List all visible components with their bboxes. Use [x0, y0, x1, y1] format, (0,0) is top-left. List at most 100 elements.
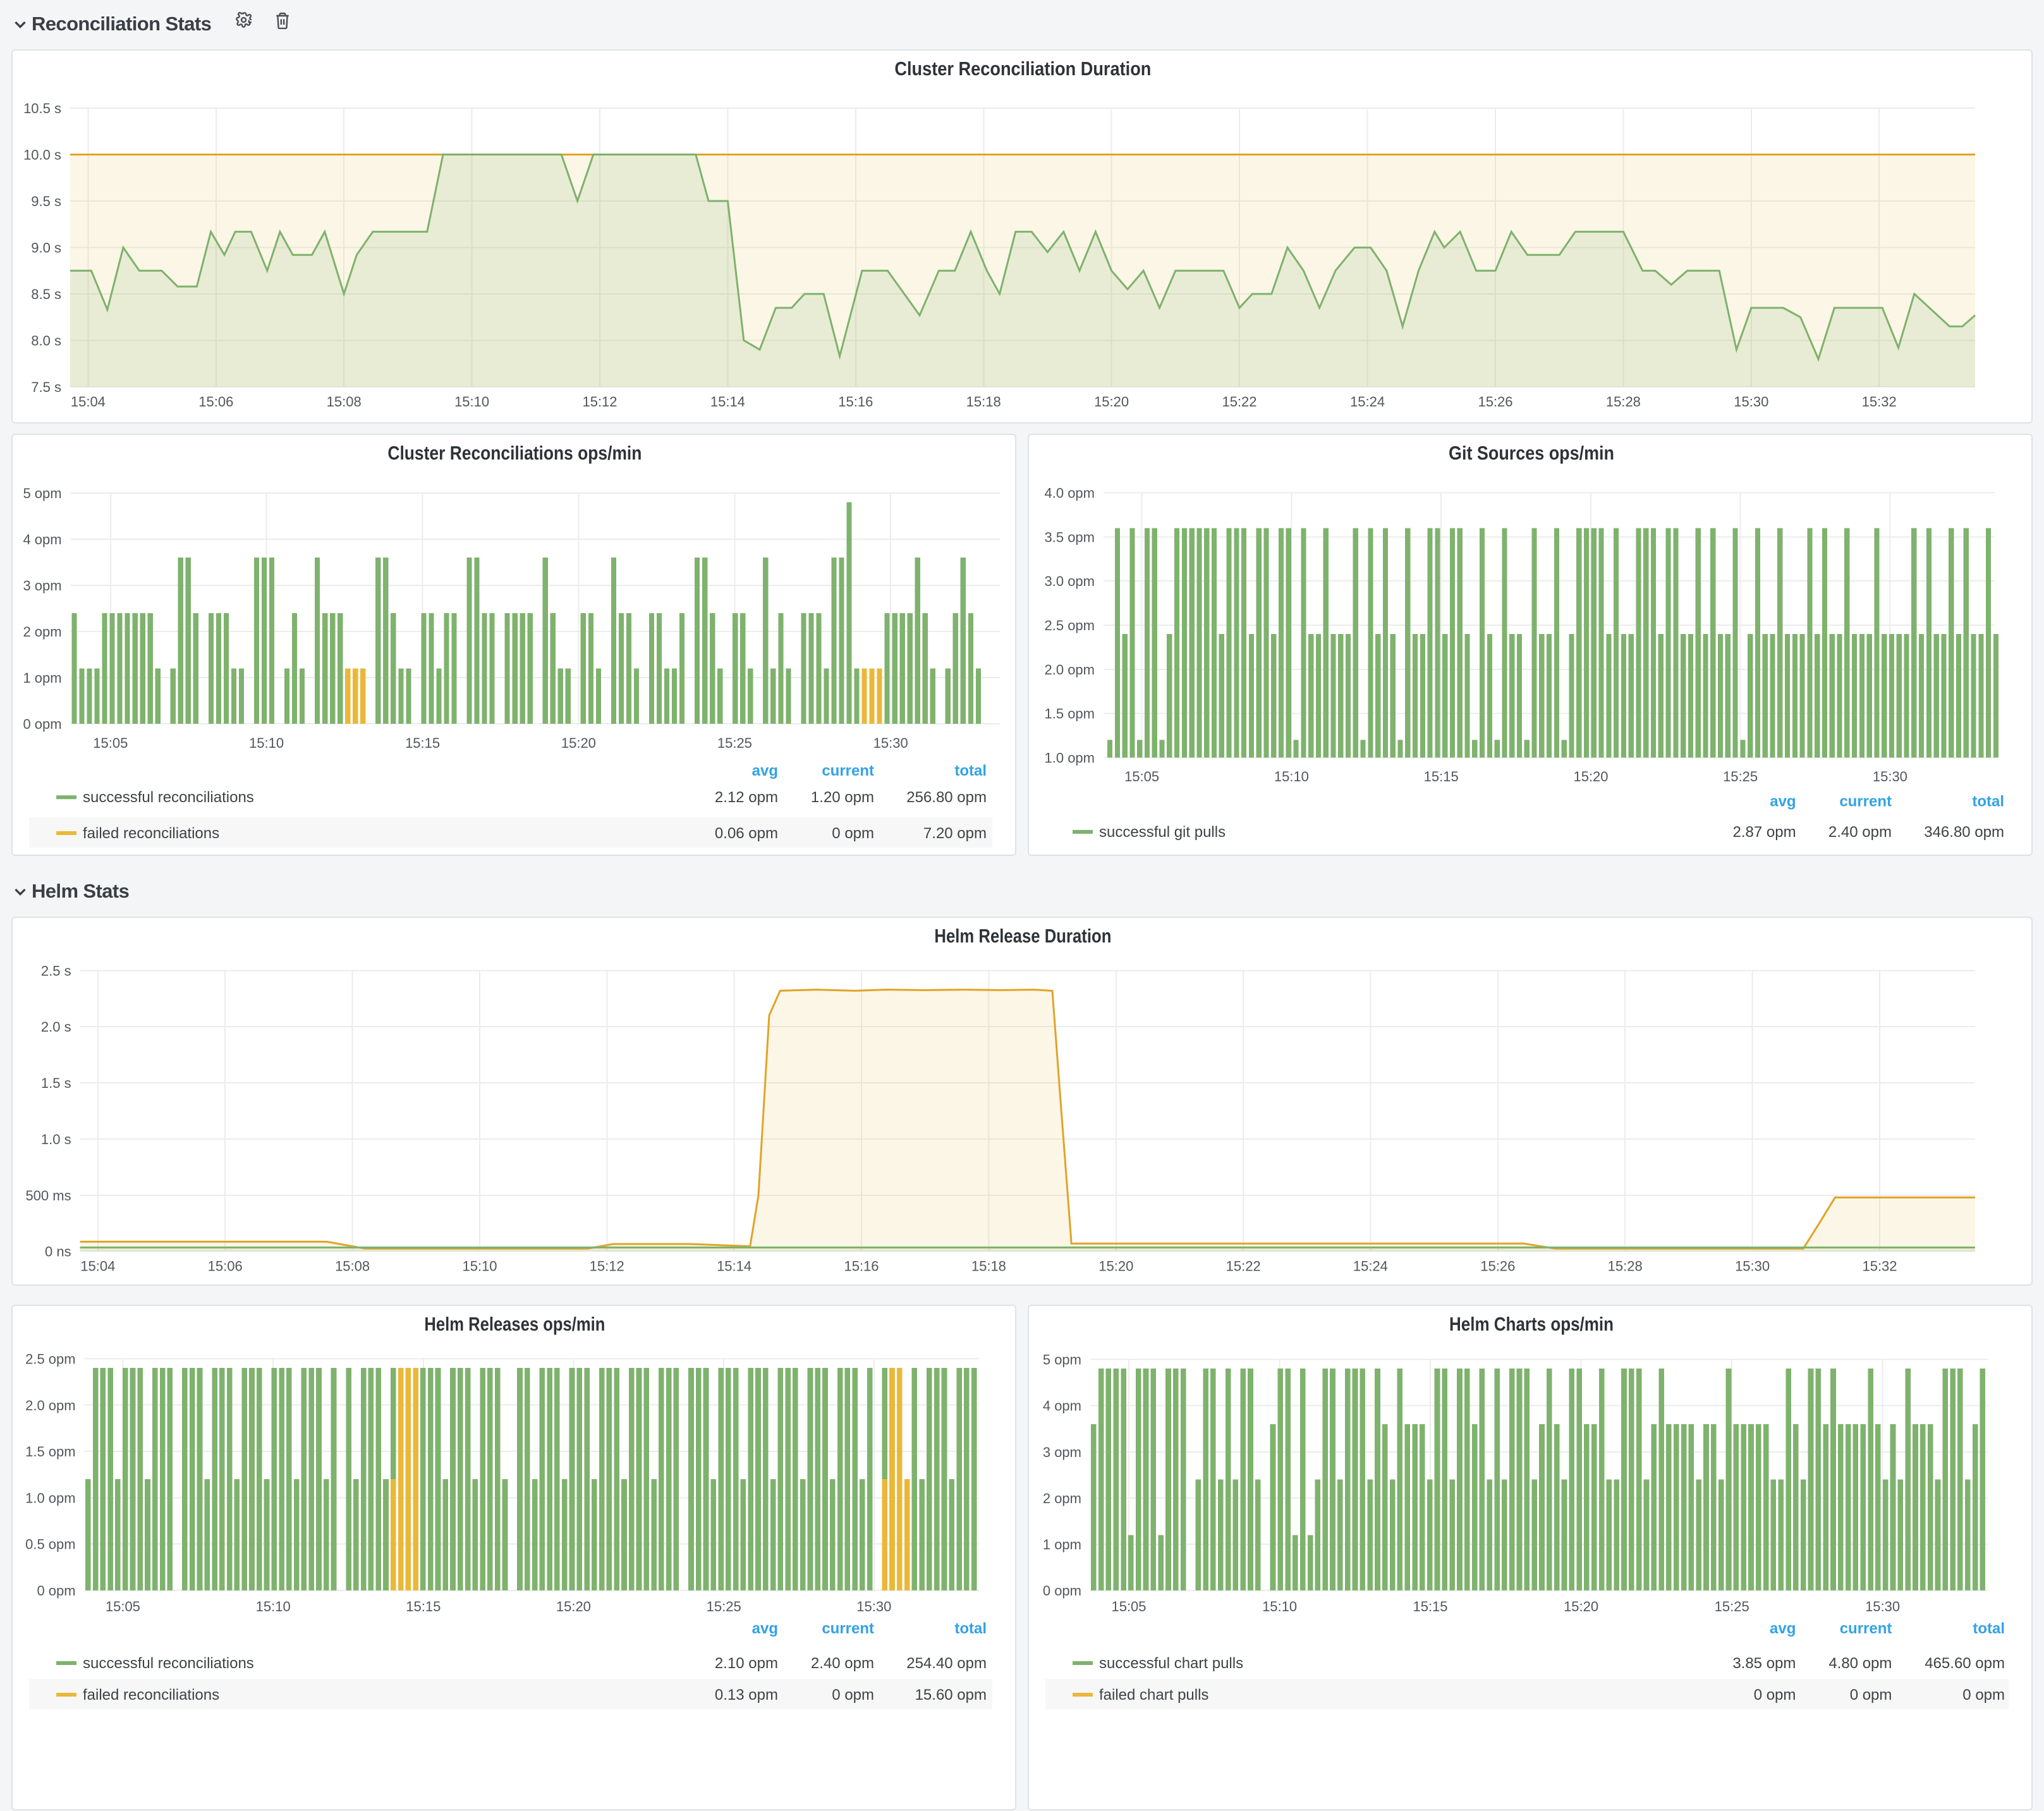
svg-text:failed reconciliations: failed reconciliations — [83, 1686, 219, 1703]
svg-text:avg: avg — [1769, 793, 1795, 810]
svg-text:15:22: 15:22 — [1226, 1258, 1261, 1274]
svg-text:15:20: 15:20 — [556, 1598, 591, 1614]
svg-text:4.80 opm: 4.80 opm — [1828, 1654, 1891, 1671]
svg-text:15:24: 15:24 — [1353, 1258, 1388, 1274]
svg-text:failed chart pulls: failed chart pulls — [1098, 1686, 1208, 1703]
svg-text:0 opm: 0 opm — [1962, 1686, 2004, 1703]
svg-text:15:08: 15:08 — [335, 1258, 370, 1274]
svg-text:0 opm: 0 opm — [23, 716, 61, 732]
svg-text:Cluster Reconciliation Duratio: Cluster Reconciliation Duration — [894, 58, 1151, 80]
svg-text:total: total — [954, 1619, 987, 1637]
svg-text:500 ms: 500 ms — [25, 1187, 71, 1203]
svg-text:0 opm: 0 opm — [832, 1686, 874, 1703]
svg-text:1.0 opm: 1.0 opm — [1044, 750, 1095, 765]
svg-text:15:20: 15:20 — [1573, 769, 1607, 784]
svg-text:2 opm: 2 opm — [23, 624, 61, 640]
svg-text:2.10 opm: 2.10 opm — [715, 1654, 778, 1671]
svg-text:successful chart pulls: successful chart pulls — [1098, 1654, 1243, 1671]
svg-text:15:25: 15:25 — [717, 735, 752, 751]
svg-text:15:15: 15:15 — [1423, 769, 1458, 784]
svg-text:15:20: 15:20 — [1563, 1598, 1598, 1614]
svg-text:15:26: 15:26 — [1480, 1258, 1515, 1274]
svg-text:15:15: 15:15 — [406, 1598, 441, 1614]
svg-text:15:10: 15:10 — [249, 735, 284, 751]
svg-text:0 opm: 0 opm — [1042, 1582, 1081, 1598]
svg-text:8.5 s: 8.5 s — [31, 286, 61, 302]
svg-text:2 opm: 2 opm — [1042, 1490, 1081, 1506]
svg-text:8.0 s: 8.0 s — [31, 332, 61, 348]
svg-text:0 opm: 0 opm — [1753, 1686, 1796, 1703]
svg-text:15:10: 15:10 — [462, 1258, 497, 1274]
svg-text:current: current — [822, 1619, 874, 1637]
svg-text:346.80 opm: 346.80 opm — [1923, 824, 2004, 841]
svg-text:15:30: 15:30 — [1872, 769, 1907, 784]
svg-text:3 opm: 3 opm — [23, 578, 61, 594]
svg-text:7.5 s: 7.5 s — [31, 379, 61, 395]
svg-text:15:10: 15:10 — [1274, 769, 1308, 784]
svg-text:254.40 opm: 254.40 opm — [906, 1654, 987, 1671]
svg-text:1.5 s: 1.5 s — [41, 1075, 71, 1090]
svg-text:15:05: 15:05 — [1110, 1598, 1145, 1614]
svg-text:15:20: 15:20 — [1098, 1258, 1133, 1274]
svg-text:15:14: 15:14 — [717, 1258, 751, 1274]
svg-text:avg: avg — [1769, 1619, 1795, 1637]
svg-text:15:08: 15:08 — [327, 394, 362, 410]
svg-text:15:05: 15:05 — [1124, 769, 1159, 784]
svg-text:10.0 s: 10.0 s — [23, 147, 61, 162]
svg-text:15:04: 15:04 — [80, 1258, 115, 1274]
svg-text:0 opm: 0 opm — [37, 1582, 75, 1598]
svg-text:current: current — [822, 762, 874, 779]
svg-text:256.80 opm: 256.80 opm — [906, 789, 987, 806]
svg-text:1.5 opm: 1.5 opm — [1044, 706, 1095, 722]
svg-text:successful git pulls: successful git pulls — [1098, 824, 1225, 841]
svg-text:0.13 opm: 0.13 opm — [715, 1686, 778, 1703]
svg-text:15:26: 15:26 — [1478, 394, 1512, 410]
svg-text:15:06: 15:06 — [198, 394, 233, 410]
svg-text:15:14: 15:14 — [710, 394, 745, 410]
svg-text:2.0 s: 2.0 s — [41, 1018, 71, 1034]
svg-text:5 opm: 5 opm — [1042, 1351, 1081, 1367]
svg-text:15:30: 15:30 — [1734, 394, 1768, 410]
svg-text:2.5 opm: 2.5 opm — [1044, 618, 1095, 633]
svg-text:2.40 opm: 2.40 opm — [1828, 824, 1891, 841]
svg-text:4.0 opm: 4.0 opm — [1044, 485, 1095, 501]
svg-text:15:12: 15:12 — [590, 1258, 624, 1274]
svg-text:15:05: 15:05 — [93, 735, 128, 751]
svg-text:avg: avg — [752, 1619, 778, 1637]
svg-text:1 opm: 1 opm — [1042, 1536, 1081, 1552]
svg-text:0 ns: 0 ns — [45, 1243, 71, 1259]
svg-text:current: current — [1839, 793, 1891, 810]
svg-text:15:30: 15:30 — [1865, 1598, 1899, 1614]
svg-text:3.5 opm: 3.5 opm — [1044, 529, 1095, 545]
svg-text:15:10: 15:10 — [256, 1598, 291, 1614]
svg-text:1 opm: 1 opm — [23, 670, 61, 686]
svg-text:current: current — [1839, 1619, 1892, 1637]
svg-text:1.20 opm: 1.20 opm — [811, 789, 874, 806]
svg-text:2.5 opm: 2.5 opm — [25, 1350, 76, 1366]
svg-text:successful reconciliations: successful reconciliations — [83, 1654, 254, 1671]
svg-text:avg: avg — [752, 762, 778, 779]
svg-text:465.60 opm: 465.60 opm — [1924, 1654, 2004, 1671]
svg-text:15:20: 15:20 — [561, 735, 596, 751]
svg-text:7.20 opm: 7.20 opm — [923, 825, 987, 842]
svg-text:15:18: 15:18 — [971, 1258, 1006, 1274]
svg-text:3.85 opm: 3.85 opm — [1732, 1654, 1795, 1671]
svg-text:15:10: 15:10 — [454, 394, 489, 410]
svg-text:Helm Release Duration: Helm Release Duration — [934, 924, 1111, 946]
svg-text:3 opm: 3 opm — [1042, 1444, 1081, 1460]
svg-text:0.5 opm: 0.5 opm — [25, 1536, 76, 1552]
svg-text:Git Sources ops/min: Git Sources ops/min — [1448, 442, 1614, 464]
svg-text:15:16: 15:16 — [844, 1258, 879, 1274]
svg-text:1.5 opm: 1.5 opm — [25, 1443, 76, 1459]
svg-text:2.40 opm: 2.40 opm — [811, 1654, 874, 1671]
svg-text:2.12 opm: 2.12 opm — [715, 789, 778, 806]
svg-text:15:28: 15:28 — [1608, 1258, 1643, 1274]
svg-text:total: total — [1971, 793, 2004, 810]
svg-text:15:20: 15:20 — [1094, 394, 1129, 410]
svg-text:15:06: 15:06 — [208, 1258, 243, 1274]
svg-text:15:32: 15:32 — [1862, 394, 1897, 410]
svg-text:15:25: 15:25 — [1722, 769, 1757, 784]
svg-text:Cluster Reconciliations ops/mi: Cluster Reconciliations ops/min — [387, 442, 642, 464]
svg-text:4 opm: 4 opm — [23, 532, 61, 547]
svg-text:4 opm: 4 opm — [1042, 1398, 1081, 1413]
